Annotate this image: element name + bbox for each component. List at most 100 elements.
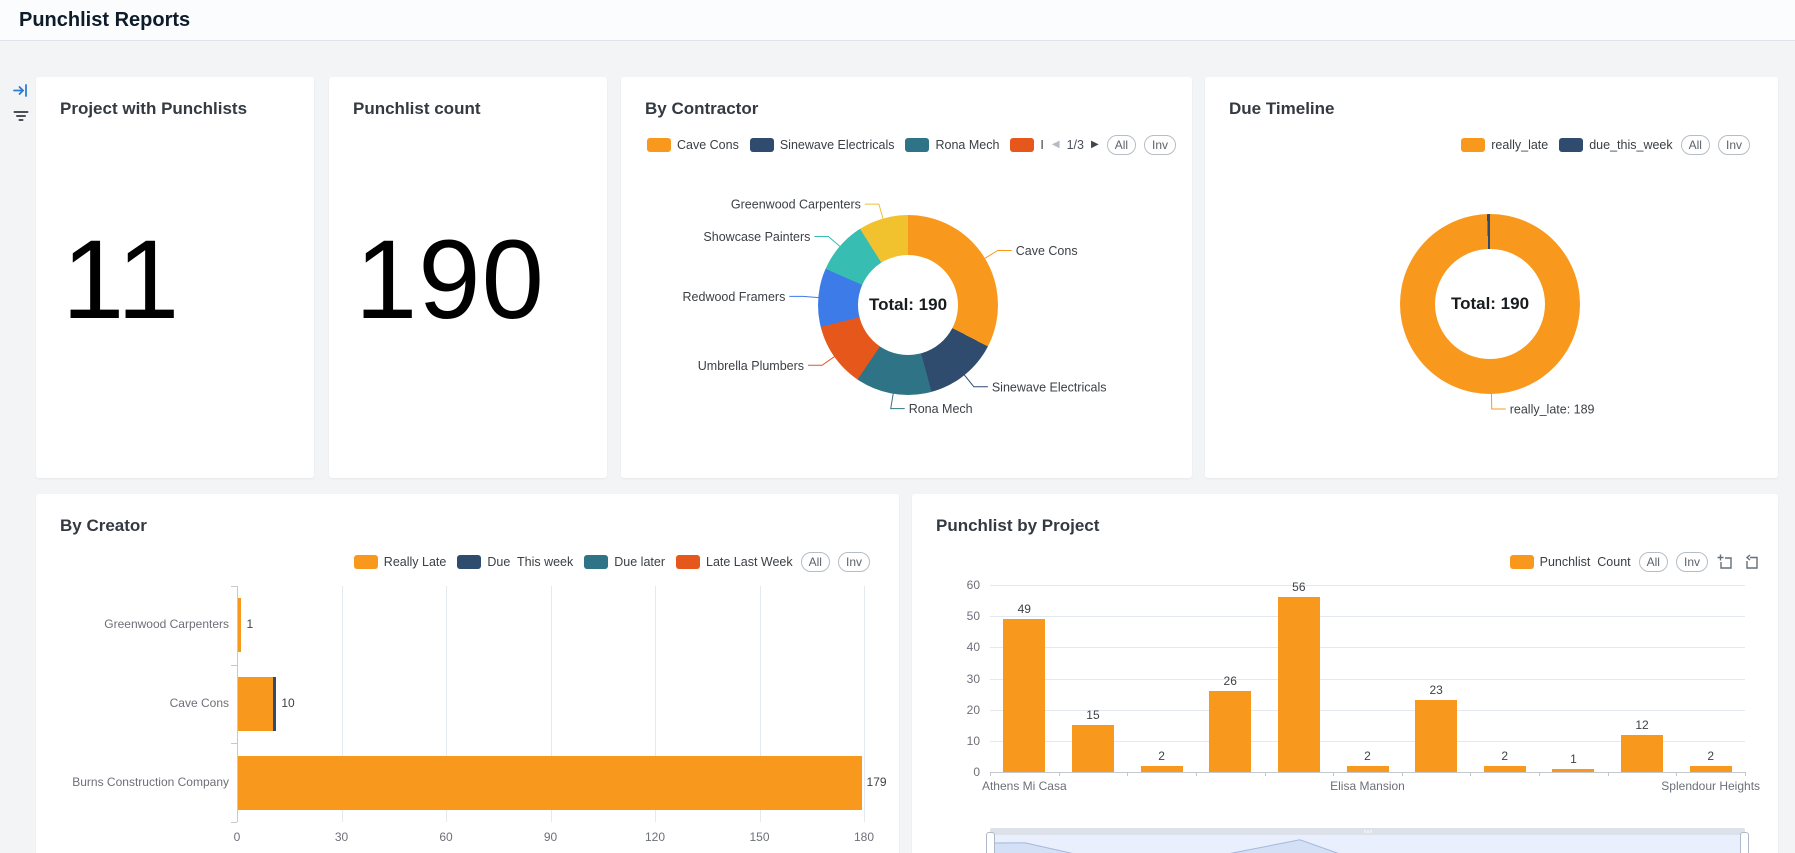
pie-slice-label: Umbrella Plumbers	[698, 359, 804, 373]
pie-slice-label: Rona Mech	[909, 402, 973, 416]
pie-slice-label: Greenwood Carpenters	[731, 198, 861, 212]
category-label: Splendour Heights	[1661, 779, 1761, 793]
bar-value-label: 10	[281, 696, 295, 710]
bar	[1140, 765, 1183, 772]
page-title: Punchlist Reports	[19, 8, 191, 31]
x-axis-tick	[1401, 772, 1403, 776]
card-punchlist-count: Punchlist count 190	[329, 77, 607, 478]
y-axis-tick	[231, 822, 237, 823]
card-title: Project with Punchlists	[60, 99, 248, 118]
card-by-creator: By Creator Really Late Due This week Due l…	[36, 494, 899, 853]
filter-icon[interactable]	[11, 106, 31, 126]
pie-slice-label: Cave Cons	[1016, 244, 1078, 258]
bar	[1346, 765, 1389, 772]
card-due-timeline: Due Timeline really_late due_this_week Al…	[1205, 77, 1778, 478]
pie-label-line	[982, 250, 1012, 260]
y-axis-tick-label: 30	[966, 671, 980, 686]
category-label: Greenwood Carpenters	[104, 617, 229, 632]
donut-total-label: Total: 190	[1450, 294, 1530, 313]
x-axis-tick	[1264, 772, 1266, 776]
data-zoom-profile	[991, 839, 1339, 853]
x-axis-tick	[1607, 772, 1609, 776]
donut-chart-by-contractor: Cave Cons Sinewave Electricals Rona Mech Um…	[621, 77, 1192, 478]
data-zoom-right-handle[interactable]	[1740, 832, 1749, 853]
donut-chart-due-timeline: really_late: 189 Total: 190	[1205, 77, 1778, 478]
bar-segment	[238, 755, 862, 810]
app-header: Punchlist Reports	[0, 0, 1795, 41]
x-axis-tick	[1470, 772, 1472, 776]
grid-line	[990, 616, 1745, 618]
y-axis-tick-label: 40	[966, 640, 980, 655]
grid-line	[990, 647, 1745, 649]
y-axis-tick	[231, 586, 237, 587]
card-punchlist-by-project: Punchlist by Project Punchlist Count All…	[912, 494, 1778, 853]
x-axis-tick-label: 0	[233, 830, 241, 844]
donut-total-label: Total: 190	[868, 295, 948, 314]
bar-value-label: 15	[1086, 708, 1100, 723]
bar-value-label: 12	[1635, 717, 1649, 732]
grid-line	[864, 586, 865, 822]
bar-segment	[238, 677, 273, 731]
category-label: Cave Cons	[169, 696, 229, 710]
bar	[1071, 725, 1114, 772]
bar	[1483, 765, 1526, 772]
category-label: Athens Mi Casa	[981, 779, 1067, 793]
bar-value-label: 1	[1570, 751, 1577, 766]
grid-line	[990, 585, 1745, 586]
category-label: Burns Construction Company	[72, 774, 229, 789]
card-title: Punchlist count	[353, 99, 481, 118]
x-axis-tick-label: 30	[334, 830, 349, 844]
bar	[1209, 690, 1252, 772]
bar-chart-by-creator: 0 30 60 90 120 150 180 Greenwood Carpenters 1 Cav…	[36, 494, 899, 853]
page: Punchlist Reports Project with Punchlist…	[0, 0, 1795, 853]
bar-value-label: 179	[866, 774, 887, 789]
data-zoom-slider[interactable]	[986, 828, 1749, 853]
x-axis-tick-label: 120	[644, 830, 666, 844]
bar	[1621, 734, 1664, 772]
x-axis-tick-label: 60	[439, 830, 453, 844]
bar-value-label: 2	[1158, 748, 1165, 763]
x-axis-line	[990, 772, 1745, 773]
y-axis-tick-label: 20	[966, 702, 980, 717]
card-project-with-punchlists: Project with Punchlists 11	[36, 77, 314, 478]
bar-value-label: 2	[1707, 748, 1715, 763]
x-axis-tick	[1127, 772, 1129, 776]
bar-value-label: 26	[1223, 673, 1237, 688]
bar-value-label: 49	[1017, 602, 1031, 617]
pie-slice-label: Showcase Painters	[703, 230, 810, 244]
pie-label-line	[789, 295, 821, 299]
pie-label-line	[1490, 391, 1506, 410]
x-axis-tick	[1539, 772, 1541, 776]
y-axis-tick	[231, 664, 237, 666]
bar-value-label: 2	[1364, 748, 1371, 763]
bar	[1277, 597, 1320, 772]
donut-center: Total: 190	[858, 255, 958, 355]
data-zoom-area	[991, 839, 1339, 853]
x-axis-tick	[1333, 772, 1335, 776]
y-axis-tick-label: 0	[973, 765, 980, 779]
pie-label-line	[814, 235, 842, 248]
bar-value-label: 1	[246, 617, 254, 632]
bar	[1003, 619, 1046, 772]
grid-line	[990, 678, 1745, 680]
x-axis-tick	[1195, 772, 1197, 776]
x-axis-tick	[1058, 772, 1060, 776]
data-zoom-move-handle[interactable]	[990, 828, 1745, 835]
pie-slice-label: Sinewave Electricals	[992, 380, 1107, 394]
bar	[1689, 765, 1732, 772]
kpi-value: 11	[62, 217, 181, 342]
bar	[1415, 700, 1458, 772]
y-axis-tick-label: 60	[966, 578, 980, 592]
x-axis-tick	[990, 772, 991, 776]
collapse-sidebar-icon[interactable]	[11, 80, 31, 100]
data-zoom-track[interactable]	[990, 835, 1745, 853]
bar-segment	[238, 598, 242, 653]
bar-value-label: 23	[1429, 683, 1443, 698]
data-zoom-grip	[1364, 830, 1371, 833]
card-by-contractor: By Contractor Cave Cons Sinewave Electric…	[621, 77, 1192, 478]
bar-value-label: 56	[1292, 580, 1306, 595]
data-zoom-left-handle[interactable]	[986, 832, 995, 853]
pie-label-line	[962, 373, 988, 388]
bar-value-label: 2	[1501, 748, 1509, 763]
pie-slice-label: Redwood Framers	[683, 290, 786, 304]
